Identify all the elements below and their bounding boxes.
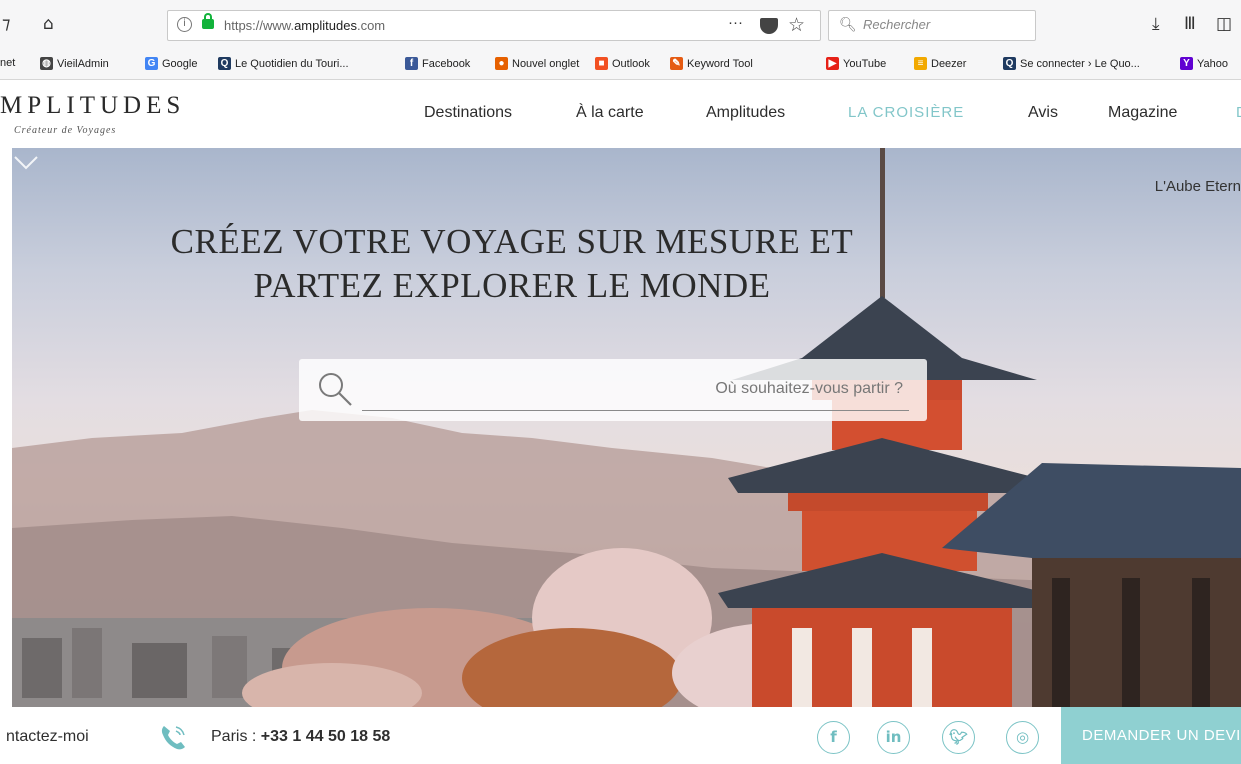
bookmark-label: Keyword Tool <box>687 57 753 70</box>
bookmark-label: Facebook <box>422 57 471 70</box>
bookmark-label: Deezer <box>931 57 967 70</box>
lock-icon[interactable] <box>202 13 214 29</box>
pocket-icon[interactable] <box>760 18 778 34</box>
windows-icon: ■ <box>595 57 608 70</box>
bookmark-label: YouTube <box>843 57 887 70</box>
chevron-down-icon[interactable] <box>12 148 40 176</box>
nav-avis[interactable]: Avis <box>1028 104 1058 122</box>
page-actions-button[interactable]: ··· <box>728 14 743 31</box>
bookmark-item[interactable]: Q Se connecter › Le Quo... <box>1003 57 1140 70</box>
google-icon: G <box>145 57 158 70</box>
home-icon[interactable]: ⌂ <box>43 14 54 34</box>
yahoo-icon: Y <box>1180 57 1193 70</box>
address-bar[interactable]: i https://www.amplitudes.com ··· ☆ <box>167 10 821 41</box>
facebook-icon[interactable]: f <box>817 721 850 754</box>
extension-icon[interactable]: ⁊ <box>2 14 10 34</box>
bookmark-label: Outlook <box>612 57 650 70</box>
search-icon[interactable] <box>317 371 353 407</box>
url-text[interactable]: https://www.amplitudes.com <box>224 18 385 33</box>
bookmark-item[interactable]: net <box>0 57 15 69</box>
nav-cut-off-item[interactable]: D <box>1236 104 1241 121</box>
bookmark-item[interactable]: ◍ VieilAdmin <box>40 57 109 70</box>
bookmark-item[interactable]: G Google <box>145 57 197 70</box>
instagram-icon[interactable]: ◎ <box>1006 721 1039 754</box>
hero-banner: L'Aube Etern CRÉEZ VOTRE VOYAGE SUR MESU… <box>12 148 1241 707</box>
twitter-icon[interactable]: 🐦︎ <box>942 721 975 754</box>
search-icon: 🔍︎ <box>839 17 857 33</box>
bookmark-item[interactable]: Q Le Quotidien du Touri... <box>218 57 349 70</box>
bookmark-label: VieilAdmin <box>57 57 109 70</box>
firefox-icon: ● <box>495 57 508 70</box>
bookmark-item[interactable]: ✎ Keyword Tool <box>670 57 753 70</box>
hero-title-line-1: CRÉEZ VOTRE VOYAGE SUR MESURE ET <box>170 222 854 261</box>
bookmark-item[interactable]: f Facebook <box>405 57 470 70</box>
keyword-icon: ✎ <box>670 57 683 70</box>
destination-search[interactable] <box>299 359 927 421</box>
contact-link[interactable]: ntactez-moi <box>6 728 89 746</box>
hero-title: CRÉEZ VOTRE VOYAGE SUR MESURE ET PARTEZ … <box>162 220 862 308</box>
nav-destinations[interactable]: Destinations <box>424 104 512 122</box>
phone-icon[interactable] <box>158 723 188 753</box>
globe-icon: ◍ <box>40 57 53 70</box>
sidebar-icon[interactable]: ◫ <box>1216 14 1232 34</box>
search-underline <box>362 410 909 411</box>
site-logo[interactable]: MPLITUDES <box>0 92 185 120</box>
bookmark-item[interactable]: ≡ Deezer <box>914 57 966 70</box>
nav-amplitudes[interactable]: Amplitudes <box>706 104 785 122</box>
request-quote-button[interactable]: DEMANDER UN DEVIS <box>1061 707 1241 764</box>
bookmark-label: Yahoo <box>1197 57 1228 70</box>
download-icon[interactable]: ⤓ <box>1152 14 1160 34</box>
contact-bar: ntactez-moi Paris : +33 1 44 50 18 58 f … <box>0 707 1241 764</box>
nav-la-croisiere[interactable]: LA CROISIÈRE <box>848 104 964 121</box>
bookmark-label: Le Quotidien du Touri... <box>235 57 349 70</box>
phone-number[interactable]: Paris : +33 1 44 50 18 58 <box>211 728 390 746</box>
bookmark-label: Nouvel onglet <box>512 57 580 70</box>
bookmark-label: net <box>0 57 16 69</box>
bookmark-label: Google <box>162 57 198 70</box>
info-icon[interactable]: i <box>177 17 192 32</box>
hero-title-line-2: PARTEZ EXPLORER LE MONDE <box>253 266 771 305</box>
nav-magazine[interactable]: Magazine <box>1108 104 1177 122</box>
bookmarks-bar: net ◍ VieilAdmin G Google Q Le Quotidien du To… <box>0 48 1241 80</box>
site-header: MPLITUDES Créateur de Voyages Destinatio… <box>0 80 1241 148</box>
q-icon: Q <box>1003 57 1016 70</box>
deezer-icon: ≡ <box>914 57 927 70</box>
browser-search-bar[interactable]: 🔍︎ <box>828 10 1036 41</box>
browser-search-input[interactable] <box>863 17 1023 32</box>
destination-search-input[interactable] <box>362 375 903 403</box>
q-icon: Q <box>218 57 231 70</box>
browser-toolbar: ⁊ ⌂ i https://www.amplitudes.com ··· ☆ 🔍… <box>0 0 1241 48</box>
hero-caption: L'Aube Etern <box>1154 178 1241 195</box>
linkedin-icon[interactable]: in <box>877 721 910 754</box>
bookmark-star-icon[interactable]: ☆ <box>788 14 805 36</box>
site-tagline: Créateur de Voyages <box>14 125 117 136</box>
bookmark-item[interactable]: ● Nouvel onglet <box>495 57 579 70</box>
library-icon[interactable]: Ⅲ <box>1184 14 1196 34</box>
bookmark-item[interactable]: ▶ YouTube <box>826 57 886 70</box>
facebook-icon: f <box>405 57 418 70</box>
bookmark-item[interactable]: Y Yahoo <box>1180 57 1228 70</box>
nav-a-la-carte[interactable]: À la carte <box>576 104 644 122</box>
bookmark-item[interactable]: ■ Outlook <box>595 57 650 70</box>
bookmark-label: Se connecter › Le Quo... <box>1020 57 1140 70</box>
youtube-icon: ▶ <box>826 57 839 70</box>
